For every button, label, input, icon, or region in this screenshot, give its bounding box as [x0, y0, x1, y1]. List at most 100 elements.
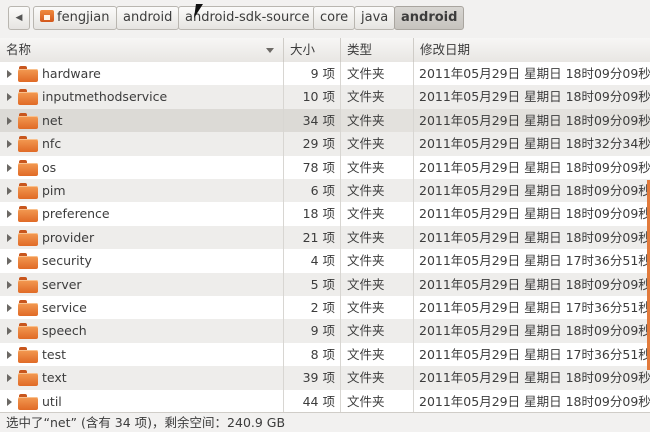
expand-triangle-icon[interactable]	[7, 116, 12, 125]
file-size: 39 项	[284, 366, 341, 390]
file-row[interactable]: net 34 项文件夹 2011年05月29日 星期日 18时09分09秒	[0, 108, 650, 133]
file-type: 文件夹	[341, 225, 414, 250]
expand-triangle-icon[interactable]	[7, 304, 12, 312]
file-list[interactable]: hardware 9 项文件夹 2011年05月29日 星期日 18时09分09秒 i…	[0, 62, 650, 413]
file-name-cell: text	[0, 366, 284, 390]
breadcrumb-label: fengjian	[57, 10, 110, 25]
file-name: speech	[42, 323, 87, 339]
file-type: 文件夹	[341, 249, 414, 273]
home-folder-icon	[40, 10, 54, 22]
breadcrumb-item-java[interactable]: java	[354, 6, 396, 30]
file-size: 9 项	[284, 62, 341, 86]
breadcrumb-item-core[interactable]: core	[313, 6, 356, 30]
file-size: 29 项	[284, 132, 341, 156]
expand-triangle-icon[interactable]	[7, 397, 12, 406]
file-row[interactable]: test 8 项文件夹 2011年05月29日 星期日 17时36分51秒	[0, 342, 650, 367]
file-modified-date: 2011年05月29日 星期日 18时32分34秒	[419, 136, 650, 152]
file-modified-date: 2011年05月29日 星期日 18时09分09秒	[419, 229, 650, 245]
file-row[interactable]: provider 21 项文件夹 2011年05月29日 星期日 18时09分09秒	[0, 225, 650, 250]
file-name-cell: server	[0, 272, 284, 296]
file-modified-date: 2011年05月29日 星期日 18时09分09秒	[419, 206, 650, 222]
file-modified-date: 2011年05月29日 星期日 17时36分51秒	[419, 300, 650, 315]
expand-triangle-icon[interactable]	[7, 374, 12, 383]
expand-triangle-icon[interactable]	[7, 93, 12, 102]
file-name: pim	[42, 183, 66, 198]
file-name: hardware	[42, 66, 101, 81]
arrow-left-icon: ◀	[15, 13, 23, 23]
file-row[interactable]: inputmethodservice 10 项文件夹 2011年05月29日 星期日…	[0, 85, 650, 109]
file-type: 文件夹	[341, 62, 414, 86]
folder-icon	[18, 159, 38, 176]
file-row[interactable]: speech 9 项文件夹 2011年05月29日 星期日 18时09分09秒	[0, 319, 650, 343]
file-name-cell: net	[0, 108, 284, 133]
file-modified-date: 2011年05月29日 星期日 18时09分09秒	[419, 159, 650, 175]
expand-triangle-icon[interactable]	[7, 163, 12, 172]
file-row[interactable]: util 44 项文件夹 2011年05月29日 星期日 18时09分09秒	[0, 389, 650, 413]
expand-triangle-icon[interactable]	[7, 210, 12, 219]
file-modified-date: 2011年05月29日 星期日 17时36分51秒	[419, 253, 650, 269]
file-size: 18 项	[284, 202, 341, 226]
expand-triangle-icon[interactable]	[7, 327, 12, 336]
expand-triangle-icon[interactable]	[7, 257, 12, 266]
file-type: 文件夹	[341, 342, 414, 367]
column-header-date[interactable]: 修改日期	[414, 38, 650, 62]
file-type: 文件夹	[341, 272, 414, 296]
file-row[interactable]: service 2 项文件夹 2011年05月29日 星期日 17时36分51秒	[0, 296, 650, 320]
file-name-cell: pim	[0, 179, 284, 203]
file-row[interactable]: hardware 9 项文件夹 2011年05月29日 星期日 18时09分09秒	[0, 62, 650, 86]
file-size: 34 项	[284, 108, 341, 133]
folder-icon	[18, 183, 38, 199]
file-name: server	[42, 276, 82, 292]
file-type: 文件夹	[341, 108, 414, 133]
folder-icon	[18, 136, 38, 153]
expand-triangle-icon[interactable]	[7, 187, 12, 195]
expand-triangle-icon[interactable]	[7, 350, 12, 359]
file-name: service	[42, 300, 87, 315]
file-name: preference	[42, 206, 110, 222]
folder-icon	[18, 66, 38, 82]
file-modified-date: 2011年05月29日 星期日 18时09分09秒	[419, 393, 650, 409]
file-name-cell: nfc	[0, 132, 284, 156]
file-name-cell: os	[0, 155, 284, 179]
folder-icon	[18, 346, 38, 363]
file-type: 文件夹	[341, 155, 414, 179]
breadcrumb-item-android[interactable]: android	[116, 6, 180, 30]
expand-triangle-icon[interactable]	[7, 233, 12, 242]
folder-icon	[18, 206, 38, 223]
file-name-cell: preference	[0, 202, 284, 226]
file-row[interactable]: nfc 29 项文件夹 2011年05月29日 星期日 18时32分34秒	[0, 132, 650, 156]
expand-triangle-icon[interactable]	[7, 140, 12, 149]
expand-triangle-icon[interactable]	[7, 70, 12, 78]
file-row[interactable]: pim 6 项文件夹 2011年05月29日 星期日 18时09分09秒	[0, 179, 650, 203]
breadcrumb-back-button[interactable]: ◀	[8, 6, 30, 30]
file-row[interactable]: server 5 项文件夹 2011年05月29日 星期日 18时09分09秒	[0, 272, 650, 296]
file-modified-date: 2011年05月29日 星期日 18时09分09秒	[419, 183, 650, 198]
file-name-cell: hardware	[0, 62, 284, 86]
file-name-cell: service	[0, 296, 284, 320]
file-type: 文件夹	[341, 132, 414, 156]
file-row[interactable]: preference 18 项文件夹 2011年05月29日 星期日 18时09分0…	[0, 202, 650, 226]
column-header-bar: 名称 大小 类型 修改日期	[0, 38, 650, 63]
expand-triangle-icon[interactable]	[7, 280, 12, 289]
column-header-type[interactable]: 类型	[341, 38, 414, 62]
column-header-name-label: 名称	[6, 42, 32, 57]
file-modified-date: 2011年05月29日 星期日 17时36分51秒	[419, 346, 650, 362]
breadcrumb-item-android-current[interactable]: android	[394, 6, 465, 30]
file-size: 5 项	[284, 272, 341, 296]
file-size: 78 项	[284, 155, 341, 179]
file-modified-date: 2011年05月29日 星期日 18时09分09秒	[419, 370, 650, 386]
breadcrumb-bar: ◀ fengjian android android-sdk-source co…	[0, 0, 650, 39]
file-row[interactable]: os 78 项文件夹 2011年05月29日 星期日 18时09分09秒	[0, 155, 650, 179]
file-size: 21 项	[284, 225, 341, 250]
file-row[interactable]: text 39 项文件夹 2011年05月29日 星期日 18时09分09秒	[0, 366, 650, 390]
file-modified-date: 2011年05月29日 星期日 18时09分09秒	[419, 89, 650, 105]
file-name: text	[42, 370, 67, 386]
breadcrumb-item-fengjian[interactable]: fengjian	[33, 6, 117, 30]
file-modified-date: 2011年05月29日 星期日 18时09分09秒	[419, 66, 650, 81]
file-row[interactable]: security 4 项文件夹 2011年05月29日 星期日 17时36分51秒	[0, 249, 650, 273]
folder-icon	[18, 229, 38, 246]
file-size: 2 项	[284, 296, 341, 320]
column-header-size[interactable]: 大小	[284, 38, 341, 62]
file-name: net	[42, 112, 63, 128]
column-header-name[interactable]: 名称	[0, 38, 284, 62]
